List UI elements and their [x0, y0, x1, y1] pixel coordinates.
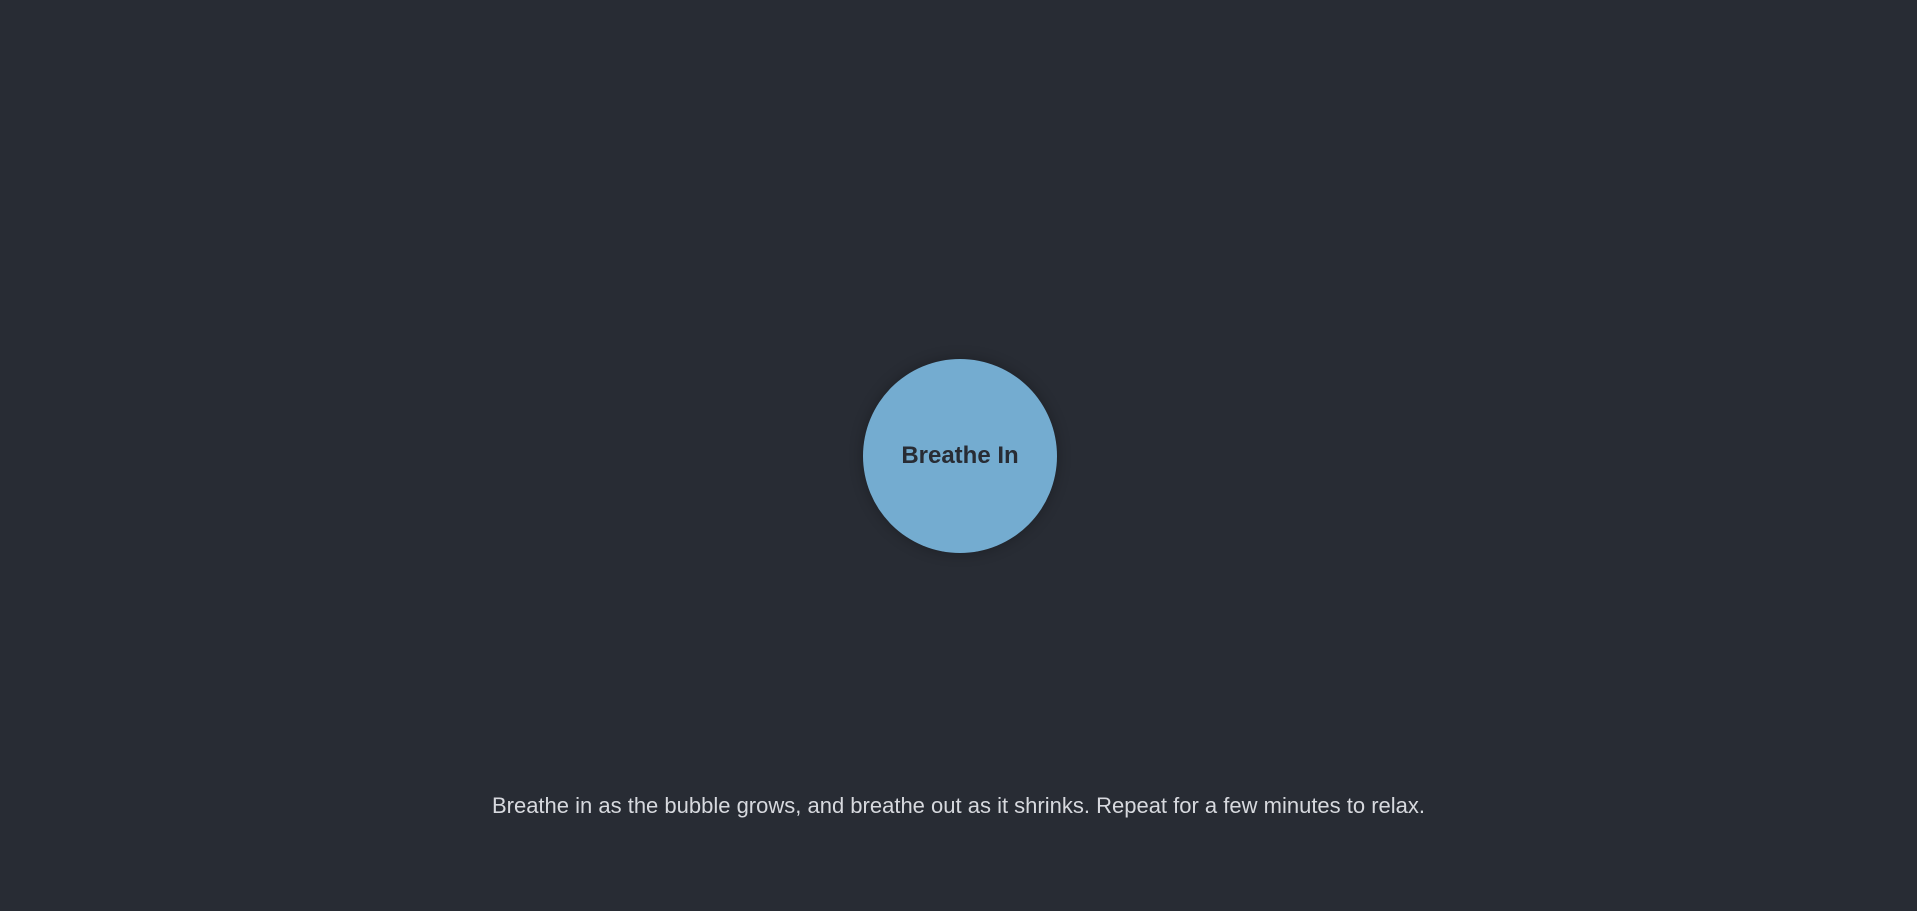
breathing-bubble: Breathe In: [863, 359, 1057, 553]
breathing-phase-label: Breathe In: [901, 442, 1019, 469]
breathing-instructions: Breathe in as the bubble grows, and brea…: [491, 793, 1426, 818]
breathing-exercise-screen: Breathe In Breathe in as the bubble grow…: [0, 0, 1917, 911]
